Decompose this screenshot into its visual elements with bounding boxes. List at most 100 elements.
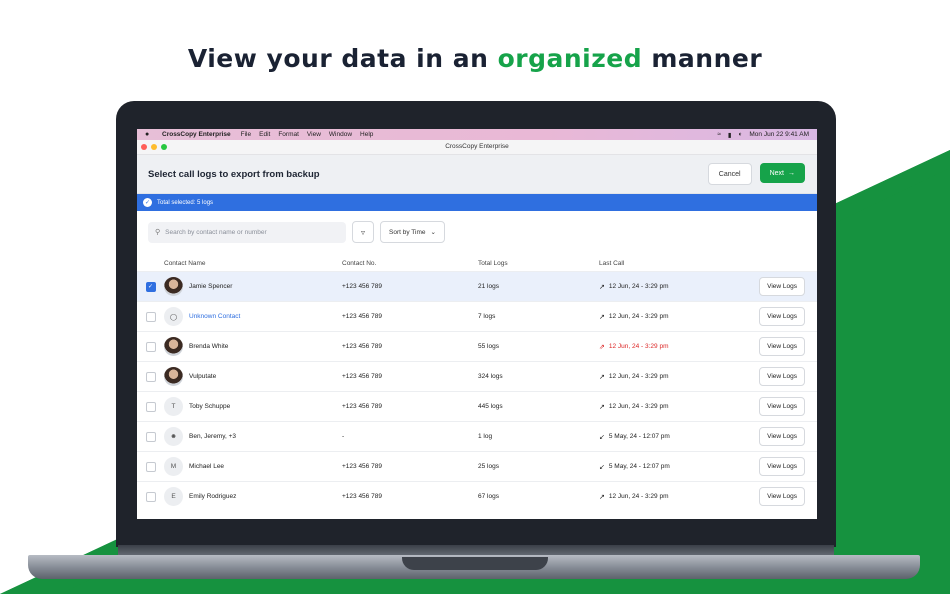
table-row[interactable]: ◯ Unknown Contact +123 456 789 7 logs ↗ 12… xyxy=(137,301,817,331)
total-logs: 25 logs xyxy=(478,463,499,470)
row-checkbox[interactable] xyxy=(145,461,156,472)
page-headline: View your data in an organized manner xyxy=(187,44,763,73)
contact-name: Unknown Contact xyxy=(189,313,241,320)
wifi-icon[interactable]: ≈ xyxy=(717,131,721,138)
view-logs-button[interactable]: View Logs xyxy=(759,277,805,296)
sort-label: Sort by Time xyxy=(389,228,426,236)
contact-number: +123 456 789 xyxy=(342,343,382,350)
row-checkbox[interactable] xyxy=(145,371,156,382)
sort-dropdown[interactable]: Sort by Time ⌄ xyxy=(380,221,445,243)
control-center-icon[interactable]: ◐ xyxy=(738,131,742,138)
table-row[interactable]: Vulputate +123 456 789 324 logs ↗ 12 Jun,… xyxy=(137,361,817,391)
menu-edit[interactable]: Edit xyxy=(259,131,270,138)
filter-button[interactable]: ▿ xyxy=(352,221,374,243)
minimize-window-button[interactable] xyxy=(151,144,157,150)
menu-file[interactable]: File xyxy=(241,131,251,138)
last-call-time: 12 Jun, 24 - 3:29 pm xyxy=(608,283,669,290)
table-row[interactable]: T Toby Schuppe +123 456 789 445 logs ↗ 12 … xyxy=(137,391,817,421)
view-logs-button[interactable]: View Logs xyxy=(759,487,805,506)
contact-name: Toby Schuppe xyxy=(189,403,231,410)
total-logs: 1 log xyxy=(478,433,493,440)
window-title: CrossCopy Enterprise xyxy=(445,143,509,150)
call-logs-table: Contact Name Contact No. Total Logs Last… xyxy=(137,255,817,511)
column-contact-name[interactable]: Contact Name xyxy=(164,260,342,267)
contact-number: +123 456 789 xyxy=(342,373,382,380)
table-header: Contact Name Contact No. Total Logs Last… xyxy=(137,255,817,271)
row-checkbox[interactable] xyxy=(145,341,156,352)
view-logs-button[interactable]: View Logs xyxy=(759,457,805,476)
column-contact-no[interactable]: Contact No. xyxy=(342,260,478,267)
avatar xyxy=(164,277,183,296)
window-controls xyxy=(141,144,167,150)
battery-icon[interactable]: ▮ xyxy=(728,131,732,139)
app-screen: ● CrossCopy Enterprise File Edit Format … xyxy=(137,129,817,519)
contact-name: Jamie Spencer xyxy=(189,283,233,290)
last-call-time: 5 May, 24 - 12:07 pm xyxy=(608,433,670,440)
menu-bar: ● CrossCopy Enterprise File Edit Format … xyxy=(137,129,817,140)
menu-window[interactable]: Window xyxy=(329,131,352,138)
table-toolbar: ⚲ Search by contact name or number ▿ Sor… xyxy=(137,211,817,243)
menu-help[interactable]: Help xyxy=(360,131,373,138)
apple-icon[interactable]: ● xyxy=(145,131,152,138)
outgoing-call-icon: ↗ xyxy=(599,313,605,321)
avatar xyxy=(164,337,183,356)
total-logs: 445 logs xyxy=(478,403,503,410)
page-header: Select call logs to export from backup C… xyxy=(137,155,817,194)
menu-clock[interactable]: Mon Jun 22 9:41 AM xyxy=(749,131,809,138)
search-icon: ⚲ xyxy=(155,229,161,236)
last-call-time: 12 Jun, 24 - 3:29 pm xyxy=(608,493,669,500)
table-row[interactable]: Brenda White +123 456 789 55 logs ⇗ 12 Ju… xyxy=(137,331,817,361)
total-logs: 7 logs xyxy=(478,313,496,320)
check-circle-icon: ✓ xyxy=(143,198,152,207)
window-titlebar: CrossCopy Enterprise xyxy=(137,140,817,155)
menu-view[interactable]: View xyxy=(307,131,321,138)
view-logs-button[interactable]: View Logs xyxy=(759,427,805,446)
total-logs: 21 logs xyxy=(478,283,499,290)
zoom-window-button[interactable] xyxy=(161,144,167,150)
incoming-call-icon: ↙ xyxy=(599,433,605,441)
row-checkbox[interactable] xyxy=(145,431,156,442)
row-checkbox[interactable] xyxy=(145,311,156,322)
column-last-call[interactable]: Last Call xyxy=(599,260,749,267)
row-checkbox[interactable] xyxy=(145,401,156,412)
view-logs-button[interactable]: View Logs xyxy=(759,367,805,386)
contact-name: Ben, Jeremy, +3 xyxy=(189,433,237,440)
table-row[interactable]: E Emily Rodriguez +123 456 789 67 logs ↗ 1… xyxy=(137,481,817,511)
menu-format[interactable]: Format xyxy=(278,131,299,138)
last-call-time: 12 Jun, 24 - 3:29 pm xyxy=(608,403,669,410)
group-icon: ☻ xyxy=(164,427,183,446)
contact-number: +123 456 789 xyxy=(342,463,382,470)
row-checkbox[interactable] xyxy=(145,491,156,502)
view-logs-button[interactable]: View Logs xyxy=(759,337,805,356)
total-logs: 55 logs xyxy=(478,343,499,350)
person-icon: ◯ xyxy=(164,307,183,326)
page-title: Select call logs to export from backup xyxy=(148,168,320,180)
table-row[interactable]: ☻ Ben, Jeremy, +3 - 1 log ↙ 5 May, 24 - 12… xyxy=(137,421,817,451)
chevron-down-icon: ⌄ xyxy=(430,229,436,236)
outgoing-call-icon: ↗ xyxy=(599,373,605,381)
total-logs: 324 logs xyxy=(478,373,503,380)
arrow-right-icon: → xyxy=(788,169,795,177)
row-checkbox[interactable]: ✓ xyxy=(145,281,156,292)
outgoing-call-icon: ↗ xyxy=(599,403,605,411)
contact-number: +123 456 789 xyxy=(342,283,382,290)
cancel-button[interactable]: Cancel xyxy=(707,163,752,185)
selection-count: Total selected: 5 logs xyxy=(157,199,214,206)
selection-banner: ✓ Total selected: 5 logs xyxy=(137,194,817,211)
contact-name: Michael Lee xyxy=(189,463,225,470)
table-row[interactable]: M Michael Lee +123 456 789 25 logs ↙ 5 May… xyxy=(137,451,817,481)
filter-icon: ▿ xyxy=(360,227,365,237)
avatar xyxy=(164,367,183,386)
search-input[interactable]: ⚲ Search by contact name or number xyxy=(148,221,346,243)
view-logs-button[interactable]: View Logs xyxy=(759,397,805,416)
table-row[interactable]: ✓ Jamie Spencer +123 456 789 21 logs ↗ 12… xyxy=(137,271,817,301)
last-call-time: 5 May, 24 - 12:07 pm xyxy=(608,463,670,470)
column-total-logs[interactable]: Total Logs xyxy=(478,260,599,267)
close-window-button[interactable] xyxy=(141,144,147,150)
total-logs: 67 logs xyxy=(478,493,499,500)
view-logs-button[interactable]: View Logs xyxy=(759,307,805,326)
outgoing-call-icon: ↗ xyxy=(599,283,605,291)
contact-number: +123 456 789 xyxy=(342,493,382,500)
menu-app-name[interactable]: CrossCopy Enterprise xyxy=(162,131,231,138)
next-button[interactable]: Next → xyxy=(759,163,805,183)
